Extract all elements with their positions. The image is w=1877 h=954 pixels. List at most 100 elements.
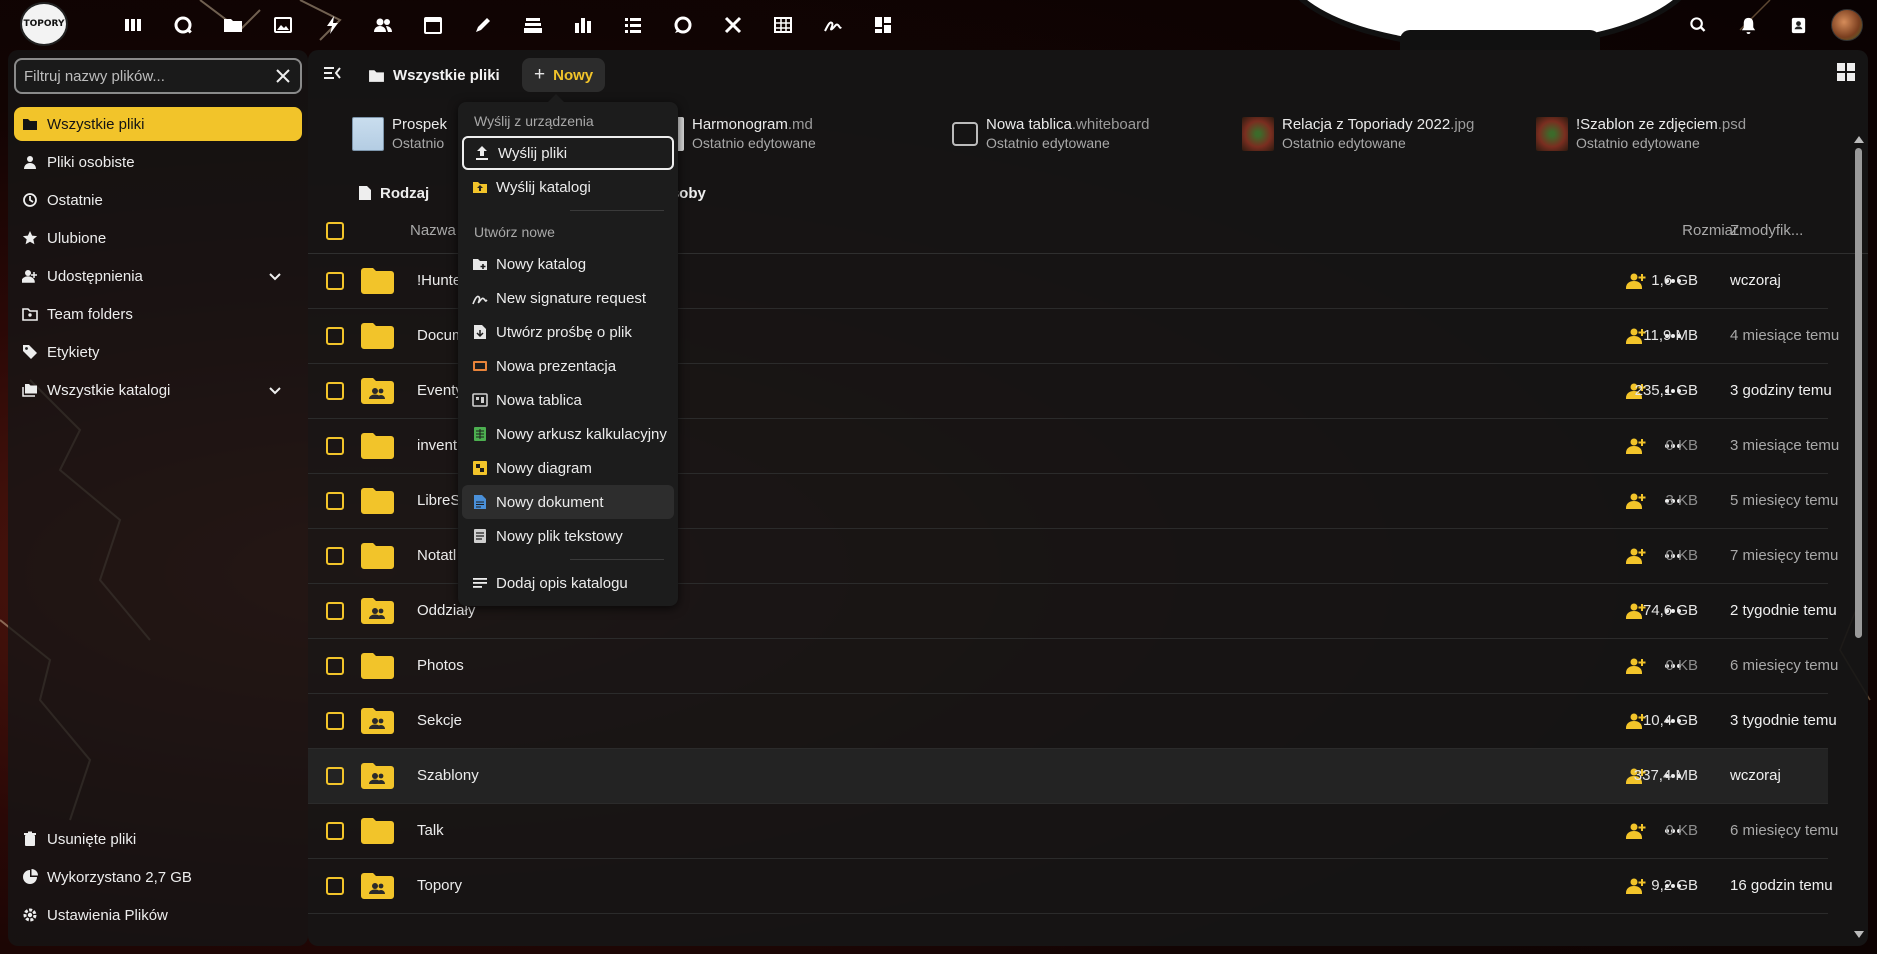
files-icon[interactable] [208,8,258,42]
file-name[interactable]: Photos [417,657,464,674]
row-checkbox[interactable] [326,712,344,730]
table-row[interactable]: Sekcje 10,4 GB 3 tygodnie temu [308,694,1837,749]
share-user-icon[interactable] [1626,436,1646,456]
menu-item-upload-files[interactable]: Wyślij pliki [462,136,674,170]
logo[interactable]: TOPORY [20,2,68,46]
menu-item-folder-description[interactable]: Dodaj opis katalogu [462,566,674,600]
notes-icon[interactable] [458,8,508,42]
recent-file-item[interactable]: Prospek Ostatnio [352,110,447,158]
menu-item-diagram[interactable]: Nowy diagram [462,451,674,485]
dashboard-icon[interactable] [108,8,158,42]
menu-item-text-file[interactable]: Nowy plik tekstowy [462,519,674,553]
dashboard-grid-icon[interactable] [858,8,908,42]
sidebar-item-shares[interactable]: Udostępnienia [14,259,302,293]
filter-type-chip[interactable]: Rodzaj [358,185,429,202]
row-checkbox[interactable] [326,602,344,620]
recent-file-item[interactable]: Harmonogram.md Ostatnio edytowane [674,110,816,158]
search-icon[interactable] [1673,8,1723,42]
file-name[interactable]: Topory [417,877,462,894]
photos-icon[interactable] [258,8,308,42]
row-checkbox[interactable] [326,272,344,290]
close-icon[interactable] [274,67,292,85]
share-user-icon[interactable] [1626,876,1646,896]
row-checkbox[interactable] [326,437,344,455]
sidebar-item-settings[interactable]: Ustawienia Plików [14,898,302,932]
menu-item-upload-folders[interactable]: Wyślij katalogi [462,170,674,204]
menu-item-file-request[interactable]: Utwórz prośbę o plik [462,315,674,349]
contacts-icon[interactable] [358,8,408,42]
row-checkbox[interactable] [326,382,344,400]
deck-icon[interactable] [508,8,558,42]
menu-item-document[interactable]: Nowy dokument [462,485,674,519]
sidebar-item-all-files[interactable]: Wszystkie pliki [14,107,302,141]
table-row[interactable]: Talk 0 KB 6 miesięcy temu [308,804,1838,859]
scroll-down-arrow[interactable] [1854,931,1864,938]
contacts-menu-icon[interactable] [1773,8,1823,42]
notifications-icon[interactable] [1723,8,1773,42]
share-user-icon[interactable] [1626,546,1646,566]
share-user-icon[interactable] [1626,821,1646,841]
talk-icon[interactable] [658,8,708,42]
file-name[interactable]: Szablony [417,767,479,784]
row-checkbox[interactable] [326,327,344,345]
sidebar-item-all-folders[interactable]: Wszystkie katalogi [14,373,302,407]
share-user-icon[interactable] [1626,271,1646,291]
file-modified: wczoraj [1730,272,1781,289]
grid-view-toggle[interactable] [1836,62,1858,84]
row-checkbox[interactable] [326,547,344,565]
menu-item-presentation[interactable]: Nowa prezentacja [462,349,674,383]
calendar-icon[interactable] [408,8,458,42]
row-checkbox[interactable] [326,767,344,785]
menu-item-spreadsheet[interactable]: Nowy arkusz kalkulacyjny [462,417,674,451]
recent-file-item[interactable]: !Szablon ze zdjęciem.psd Ostatnio edytowa… [1536,110,1746,158]
file-name[interactable]: Sekcje [417,712,462,729]
tools-icon[interactable] [708,8,758,42]
row-checkbox[interactable] [326,492,344,510]
scrollbar-thumb[interactable] [1855,148,1862,638]
analytics-icon[interactable] [558,8,608,42]
chevron-down-icon[interactable] [267,382,283,398]
menu-item-signature[interactable]: New signature request [462,281,674,315]
signature-icon[interactable] [808,8,858,42]
share-user-icon[interactable] [1626,656,1646,676]
recent-file-item[interactable]: Relacja z Toporiady 2022.jpg Ostatnio edy… [1242,110,1474,158]
sidebar-item-recent[interactable]: Ostatnie [14,183,302,217]
file-name[interactable]: Eventy [417,382,463,399]
column-name-header[interactable]: Nazwa [410,222,456,239]
search-app-icon[interactable] [158,8,208,42]
recent-file-item[interactable]: Nowa tablica.whiteboard Ostatnio edytowan… [952,110,1149,158]
file-name[interactable]: invent [417,437,457,454]
chevron-down-icon[interactable] [267,268,283,284]
sidebar-item-tags[interactable]: Etykiety [14,335,302,369]
row-checkbox[interactable] [326,657,344,675]
recent-file-name: Nowa tablica [986,116,1072,133]
filter-input[interactable] [24,67,264,85]
file-name[interactable]: Notatl [417,547,456,564]
file-name[interactable]: !Hunte [417,272,461,289]
table-row[interactable]: Photos 0 KB 6 miesięcy temu [308,639,1838,694]
activity-icon[interactable] [308,8,358,42]
row-checkbox[interactable] [326,877,344,895]
column-modified-header[interactable]: Zmodyfik... [1730,222,1803,239]
scroll-up-arrow[interactable] [1854,136,1864,143]
select-all-checkbox[interactable] [326,222,344,240]
menu-item-whiteboard[interactable]: Nowa tablica [462,383,674,417]
new-button[interactable]: + Nowy [522,58,606,92]
row-checkbox[interactable] [326,822,344,840]
sidebar-item-team-folders[interactable]: Team folders [14,297,302,331]
menu-item-folder-plus[interactable]: Nowy katalog [462,247,674,281]
sidebar-item-favorites[interactable]: Ulubione [14,221,302,255]
sidebar-item-quota[interactable]: Wykorzystano 2,7 GB [14,860,302,894]
toggle-navigation-button[interactable] [322,63,344,85]
table-row[interactable]: Topory 9,2 GB 16 godzin temu [308,859,1833,914]
tables-icon[interactable] [758,8,808,42]
table-row[interactable]: Szablony 337,4 MB wczoraj [308,749,1828,804]
sidebar-item-personal-files[interactable]: Pliki osobiste [14,145,302,179]
tasks-icon[interactable] [608,8,658,42]
sidebar-item-trash[interactable]: Usunięte pliki [14,822,302,856]
share-user-icon[interactable] [1626,491,1646,511]
user-avatar[interactable] [1831,9,1863,41]
breadcrumb[interactable]: Wszystkie pliki [368,58,500,92]
file-name[interactable]: Talk [417,822,444,839]
file-name[interactable]: LibreS [417,492,460,509]
